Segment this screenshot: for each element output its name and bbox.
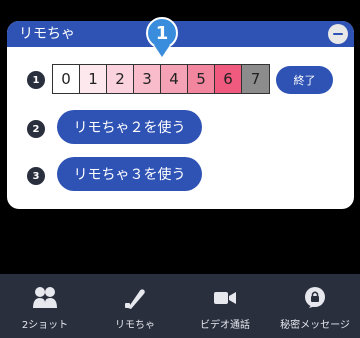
minus-circle-icon [333, 33, 343, 35]
step-2-badge: 2 [27, 120, 45, 138]
toolbar-item-remote[interactable]: リモちゃ [90, 274, 180, 338]
toolbar-item-video-call[interactable]: ビデオ通話 [180, 274, 270, 338]
panel-title: リモちゃ [19, 26, 75, 42]
toolbar-item-secret-message[interactable]: 秘密メッセージ [270, 274, 360, 338]
intensity-2[interactable]: 2 [107, 65, 134, 93]
bottom-toolbar: 2ショット リモちゃ ビデオ通話 秘密メッセージ [0, 274, 360, 338]
step-3-badge: 3 [27, 167, 45, 185]
video-camera-icon [214, 292, 236, 304]
intensity-scale: 0 1 2 3 4 5 6 7 [52, 64, 270, 94]
toolbar-item-two-shot[interactable]: 2ショット [0, 274, 90, 338]
toolbar-label: 秘密メッセージ [280, 320, 350, 331]
toolbar-label: 2ショット [21, 320, 69, 331]
panel-header: リモちゃ [7, 21, 354, 47]
intensity-5[interactable]: 5 [188, 65, 215, 93]
screen: リモちゃ 1 2 3 0 1 2 3 4 5 6 7 終了 リモちゃ２を使う リ… [0, 0, 360, 338]
toolbar-label: リモちゃ [115, 320, 155, 331]
minimize-button[interactable] [328, 24, 348, 44]
intensity-1[interactable]: 1 [80, 65, 107, 93]
toolbar-label: ビデオ通話 [200, 320, 250, 331]
intensity-7[interactable]: 7 [242, 65, 269, 93]
pointer-tip [154, 45, 170, 57]
intensity-0[interactable]: 0 [53, 65, 80, 93]
intensity-3[interactable]: 3 [134, 65, 161, 93]
remote-toy-icon [125, 289, 145, 309]
intensity-6[interactable]: 6 [215, 65, 242, 93]
two-people-icon [33, 287, 57, 308]
end-button[interactable]: 終了 [276, 66, 333, 94]
lock-message-icon [305, 287, 325, 308]
intensity-4[interactable]: 4 [161, 65, 188, 93]
pointer-marker: 1 [146, 17, 178, 61]
use-remote-3-button[interactable]: リモちゃ３を使う [57, 157, 202, 191]
step-1-badge: 1 [27, 71, 45, 89]
use-remote-2-button[interactable]: リモちゃ２を使う [57, 110, 202, 144]
